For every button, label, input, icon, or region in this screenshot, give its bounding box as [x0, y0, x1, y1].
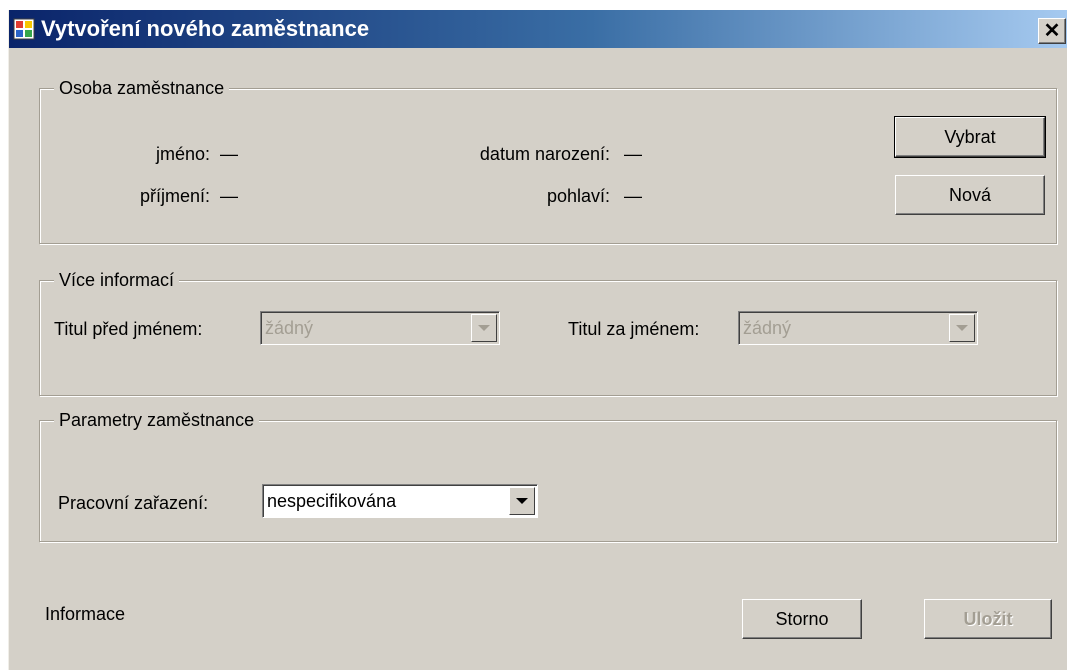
more-info-group-legend: Více informací	[54, 268, 180, 292]
gender-label: pohlaví:	[546, 186, 610, 206]
params-group-legend: Parametry zaměstnance	[54, 408, 260, 432]
params-group: Parametry zaměstnance Pracovní zařazení:…	[39, 408, 1057, 542]
cancel-button[interactable]: Storno	[742, 599, 862, 639]
position-label: Pracovní zařazení:	[58, 493, 209, 513]
window-title: Vytvoření nového zaměstnance	[41, 16, 370, 41]
title-before-value: žádný	[265, 318, 314, 338]
gender-value: —	[624, 186, 642, 206]
dialog-window: Vytvoření nového zaměstnance ✕ Osoba zam…	[8, 10, 1067, 670]
title-bar[interactable]: Vytvoření nového zaměstnance ✕	[9, 10, 1067, 48]
birth-date-label: datum narození:	[479, 144, 610, 164]
chevron-down-icon[interactable]	[509, 487, 535, 515]
new-person-button[interactable]: Nová	[895, 175, 1045, 215]
birth-date-value: —	[624, 144, 642, 164]
first-name-label: jméno:	[155, 144, 210, 164]
last-name-label: příjmení:	[139, 186, 210, 206]
select-person-button[interactable]: Vybrat	[894, 116, 1046, 158]
cancel-button-label: Storno	[775, 608, 829, 629]
select-person-button-label: Vybrat	[944, 126, 996, 147]
save-button: Uložit	[924, 599, 1052, 639]
new-person-button-label: Nová	[948, 184, 992, 205]
title-after-value: žádný	[743, 318, 792, 338]
position-select[interactable]: nespecifikována	[262, 484, 538, 518]
person-group: Osoba zaměstnance jméno: — příjmení: — d…	[39, 76, 1057, 244]
save-button-label: Uložit	[963, 608, 1013, 629]
title-before-select[interactable]: žádný	[260, 311, 500, 345]
close-icon: ✕	[1043, 20, 1061, 42]
title-before-label: Titul před jménem:	[54, 319, 203, 339]
last-name-value: —	[220, 186, 238, 206]
person-group-legend: Osoba zaměstnance	[54, 76, 230, 100]
chevron-down-icon[interactable]	[471, 314, 497, 342]
more-info-group: Více informací Titul před jménem: žádný …	[39, 268, 1057, 396]
chevron-down-icon[interactable]	[949, 314, 975, 342]
app-icon	[13, 18, 35, 40]
first-name-value: —	[220, 144, 238, 164]
close-button[interactable]: ✕	[1038, 18, 1066, 44]
title-after-label: Titul za jménem:	[568, 319, 700, 339]
info-text: Informace	[45, 604, 126, 624]
position-value: nespecifikována	[267, 491, 397, 511]
title-after-select[interactable]: žádný	[738, 311, 978, 345]
